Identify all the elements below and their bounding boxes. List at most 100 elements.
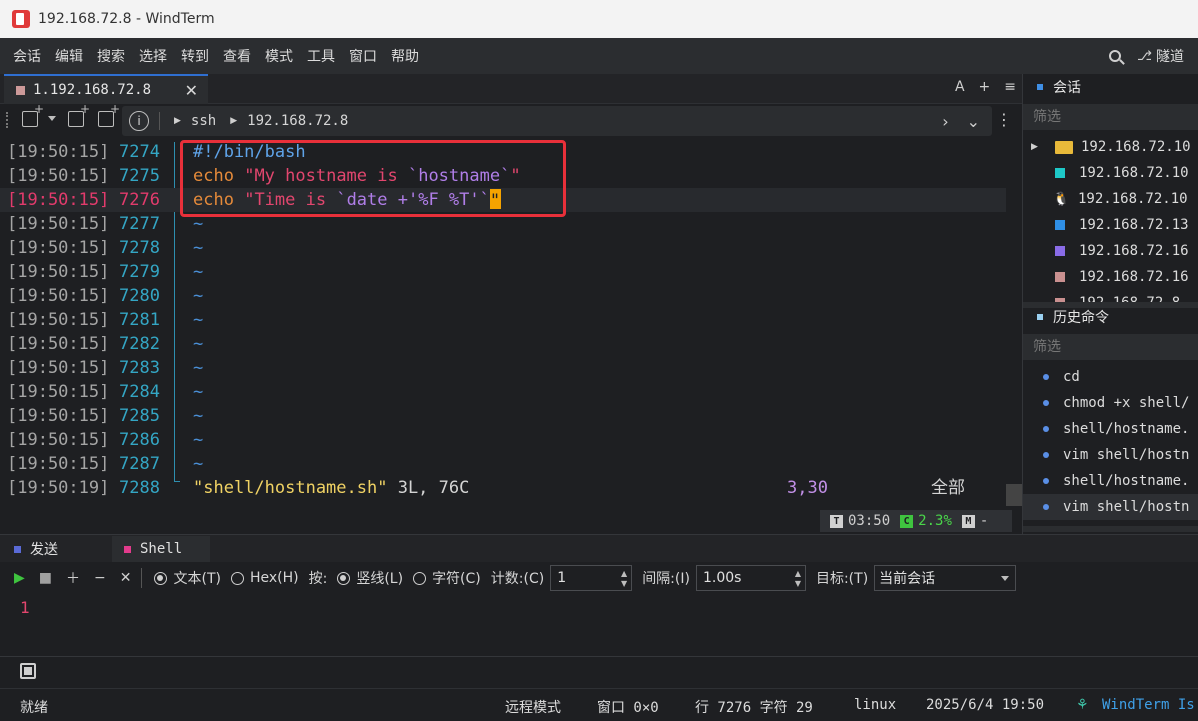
status-ready: 就绪 xyxy=(20,700,48,716)
send-editor[interactable]: 1 xyxy=(0,594,1198,656)
chevron-down-icon[interactable]: ⌄ xyxy=(967,112,980,131)
terminal-line[interactable]: [19:50:19] 7288 "shell/hostname.sh" 3L, 76… xyxy=(0,476,1006,500)
session-label: 192.168.72.16 xyxy=(1079,243,1189,259)
add-icon[interactable]: ＋ xyxy=(66,568,80,588)
breadcrumb-host[interactable]: 192.168.72.8 xyxy=(247,113,348,129)
history-panel-header[interactable]: 历史命令 xyxy=(1023,304,1198,330)
expand-arrow-icon[interactable]: ▶ xyxy=(1031,142,1045,152)
char-mode-label: 字符(C) xyxy=(432,571,481,587)
terminal-scrollbar[interactable] xyxy=(1006,484,1022,506)
line-number: 7277 xyxy=(119,214,160,234)
history-filter-input[interactable]: 筛选 xyxy=(1023,334,1198,360)
close-icon[interactable]: ✕ xyxy=(120,570,132,586)
target-select[interactable]: 当前会话 xyxy=(874,565,1017,591)
menu-view[interactable]: 查看 xyxy=(216,46,258,66)
chevron-right-icon[interactable]: › xyxy=(942,112,948,131)
session-color-icon xyxy=(1055,220,1065,230)
duplicate-session-icon[interactable] xyxy=(68,102,90,127)
info-icon[interactable]: i xyxy=(129,111,149,131)
tab-close-icon[interactable]: ✕ xyxy=(185,81,198,100)
menu-goto[interactable]: 转到 xyxy=(174,46,216,66)
remove-icon[interactable]: − xyxy=(94,570,106,586)
history-item[interactable]: chmod +x shell/ xyxy=(1023,390,1198,416)
hex-mode-radio[interactable] xyxy=(230,571,244,585)
new-session-icon[interactable] xyxy=(22,102,44,127)
history-item[interactable]: vim shell/hostn xyxy=(1023,494,1198,520)
history-item[interactable]: vim shell/hostn xyxy=(1023,442,1198,468)
tab-shell[interactable]: Shell xyxy=(112,536,210,562)
line-mode-radio[interactable] xyxy=(337,571,351,585)
tab-send[interactable]: 发送 xyxy=(14,536,112,562)
timestamp: [19:50:15] xyxy=(7,382,110,402)
history-item[interactable]: shell/hostname. xyxy=(1023,468,1198,494)
text-mode-radio[interactable] xyxy=(154,571,168,585)
terminal-line[interactable]: [19:50:15] 7285 ~ xyxy=(0,404,1006,428)
history-command: shell/hostname. xyxy=(1063,421,1190,437)
session-item[interactable]: 192.168.72.10 xyxy=(1023,160,1198,186)
session-toolbar: i ▶ ssh ▶ 192.168.72.8 › ⌄ ⋮ xyxy=(0,102,1022,136)
history-item[interactable]: cd xyxy=(1023,364,1198,390)
tab-session[interactable]: 1.192.168.72.8 ✕ xyxy=(4,74,208,104)
terminal-line[interactable]: [19:50:15] 7278 ~ xyxy=(0,236,1006,260)
terminal-line[interactable]: [19:50:15] 7286 ~ xyxy=(0,428,1006,452)
line-number: 7288 xyxy=(119,478,160,498)
address-bar[interactable]: i ▶ ssh ▶ 192.168.72.8 › ⌄ xyxy=(122,106,992,136)
menu-tools[interactable]: 工具 xyxy=(300,46,342,66)
terminal-line[interactable]: [19:50:15] 7282 ~ xyxy=(0,332,1006,356)
session-item[interactable]: 192.168.72.13 xyxy=(1023,212,1198,238)
menu-mode[interactable]: 模式 xyxy=(258,46,300,66)
menu-edit[interactable]: 编辑 xyxy=(48,46,90,66)
interval-stepper[interactable]: 1.00s ▲ ▼ xyxy=(695,565,806,591)
stepper-arrows-icon[interactable]: ▲ ▼ xyxy=(621,569,627,589)
sessions-filter-input[interactable]: 筛选 xyxy=(1023,104,1198,130)
terminal-line[interactable]: [19:50:15] 7280 ~ xyxy=(0,284,1006,308)
menu-search[interactable]: 搜索 xyxy=(90,46,132,66)
menu-help[interactable]: 帮助 xyxy=(384,46,426,66)
bullet-icon xyxy=(1043,426,1049,432)
history-scrollbar[interactable] xyxy=(1023,526,1198,532)
stepper-arrows-icon[interactable]: ▲ ▼ xyxy=(795,569,801,589)
more-options-icon[interactable]: ⋮ xyxy=(996,110,1012,129)
sessions-panel-header[interactable]: 会话 xyxy=(1023,74,1198,100)
sessions-title: 会话 xyxy=(1053,80,1081,96)
session-item[interactable]: 192.168.72.16 xyxy=(1023,264,1198,290)
font-icon[interactable]: A xyxy=(955,79,965,95)
status-brand[interactable]: WindTerm Is xyxy=(1102,697,1195,713)
session-item[interactable]: 192.168.72.16 xyxy=(1023,238,1198,264)
tunnel-button[interactable]: ⎇ 隧道 xyxy=(1137,46,1184,66)
terminal-line[interactable]: [19:50:15] 7284 ~ xyxy=(0,380,1006,404)
status-cursor-position[interactable]: 行 7276 字符 29 xyxy=(695,697,813,717)
timestamp: [19:50:15] xyxy=(7,286,110,306)
stop-icon[interactable]: ■ xyxy=(39,570,52,586)
tab-menu-icon[interactable]: ≡ xyxy=(1004,79,1016,95)
chevron-down-icon[interactable] xyxy=(1001,576,1010,581)
terminal-line[interactable]: [19:50:15] 7279 ~ xyxy=(0,260,1006,284)
play-icon[interactable]: ▶ xyxy=(14,570,25,586)
dock-panel-icon[interactable] xyxy=(20,663,36,679)
char-mode-radio[interactable] xyxy=(413,571,427,585)
timestamp: [19:50:15] xyxy=(7,214,110,234)
menu-session[interactable]: 会话 xyxy=(6,46,48,66)
menu-select[interactable]: 选择 xyxy=(132,46,174,66)
search-icon[interactable] xyxy=(1109,50,1122,62)
terminal-line[interactable]: [19:50:15] 7287 ~ xyxy=(0,452,1006,476)
terminal-line[interactable]: [19:50:15] 7283 ~ xyxy=(0,356,1006,380)
status-mode[interactable]: 远程模式 xyxy=(505,697,561,717)
count-stepper[interactable]: 1 ▲ ▼ xyxy=(550,565,633,591)
session-item[interactable]: ▶ 192.168.72.10 xyxy=(1023,134,1198,160)
session-item[interactable]: 🐧 192.168.72.10 xyxy=(1023,186,1198,212)
new-tab-button[interactable]: + xyxy=(979,79,991,95)
history-item[interactable]: shell/hostname. xyxy=(1023,416,1198,442)
terminal-line[interactable]: [19:50:15] 7281 ~ xyxy=(0,308,1006,332)
breadcrumb-protocol[interactable]: ssh xyxy=(191,113,216,129)
timestamp: [19:50:15] xyxy=(7,430,110,450)
timestamp: [19:50:15] xyxy=(7,310,110,330)
copy-session-icon[interactable] xyxy=(98,102,120,127)
hex-mode-label: Hex(H) xyxy=(249,570,299,586)
divider xyxy=(141,568,143,588)
line-content: ~ xyxy=(193,236,203,260)
empty-line-marker: ~ xyxy=(193,358,204,378)
menu-window[interactable]: 窗口 xyxy=(342,46,384,66)
timer-icon: T xyxy=(830,514,843,528)
chevron-down-icon[interactable] xyxy=(48,116,56,121)
